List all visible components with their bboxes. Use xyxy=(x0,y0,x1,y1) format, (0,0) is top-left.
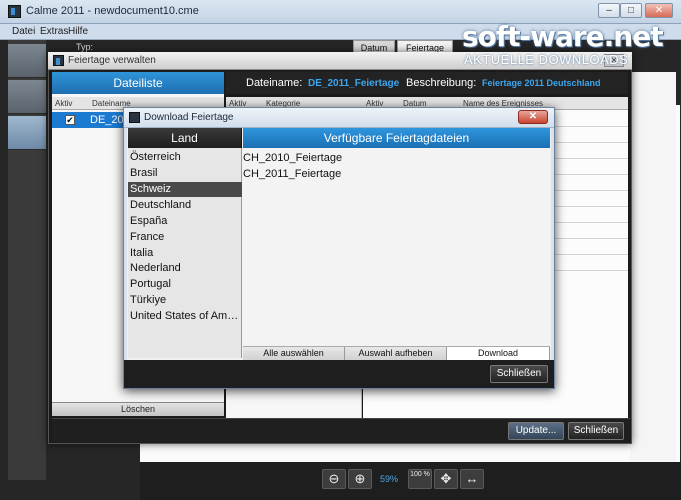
feiertage-schliessen-button[interactable]: Schließen xyxy=(568,422,624,440)
country-item[interactable]: Türkiye xyxy=(128,293,242,308)
download-dialog-title-bar: Download Feiertage ✕ xyxy=(124,108,554,128)
feiertage-dialog-title: Feiertage verwalten xyxy=(68,55,156,66)
calendar-page-edge xyxy=(630,72,676,462)
app-icon xyxy=(8,5,21,18)
zoom-100-button[interactable]: 100 % xyxy=(408,469,432,489)
beschreibung-label: Beschreibung: xyxy=(406,77,477,89)
watermark-logo: soft-ware.net xyxy=(462,20,664,53)
available-file-item[interactable]: CH_2010_Feiertage xyxy=(243,152,342,164)
country-item[interactable]: Nederland xyxy=(128,261,242,276)
file-action-bar: Alle auswählen Auswahl aufheben Download xyxy=(243,346,550,361)
update-button[interactable]: Update... xyxy=(508,422,564,440)
dialog-icon xyxy=(129,112,140,123)
feiertage-dialog-footer: Update... Schließen xyxy=(52,418,630,442)
dateiname-value: DE_2011_Feiertage xyxy=(308,78,400,89)
download-dialog-close-icon[interactable]: ✕ xyxy=(518,110,548,124)
download-dialog-title: Download Feiertage xyxy=(144,112,234,123)
minimize-button[interactable]: – xyxy=(598,3,620,18)
country-item[interactable]: Italia xyxy=(128,246,242,261)
country-item[interactable]: United States of Ame... xyxy=(128,309,242,324)
loeschen-button[interactable]: Löschen xyxy=(52,402,224,416)
country-item[interactable]: France xyxy=(128,230,242,245)
country-item-selected[interactable]: Schweiz xyxy=(128,182,242,197)
dialog-icon xyxy=(53,55,64,66)
dateiname-label: Dateiname: xyxy=(246,77,303,89)
watermark-subtitle: AKTUELLE DOWNLOADS xyxy=(464,52,629,67)
dateiliste-header: Dateiliste xyxy=(52,72,224,94)
country-item[interactable]: España xyxy=(128,214,242,229)
close-button[interactable]: ✕ xyxy=(645,3,673,18)
menu-extras[interactable]: Extras xyxy=(40,26,68,37)
menu-datei[interactable]: Datei xyxy=(12,26,35,37)
aktiv-checkbox[interactable]: ✔ xyxy=(65,115,75,125)
available-files-header: Verfügbare Feiertagdateien xyxy=(243,128,550,148)
country-item[interactable]: Brasil xyxy=(128,166,242,181)
thumbnail-tile[interactable] xyxy=(8,116,46,150)
col-aktiv[interactable]: Aktiv xyxy=(55,99,72,108)
thumbnail-tile[interactable] xyxy=(8,80,46,114)
country-item[interactable]: Deutschland xyxy=(128,198,242,213)
zoom-in-icon[interactable]: ⊕ xyxy=(348,469,372,489)
zoom-level: 59% xyxy=(380,474,399,484)
fit-page-icon[interactable]: ✥ xyxy=(434,469,458,489)
select-all-button[interactable]: Alle auswählen xyxy=(243,347,345,361)
country-item[interactable]: Portugal xyxy=(128,277,242,292)
menu-hilfe[interactable]: Hilfe xyxy=(68,26,88,37)
download-schliessen-button[interactable]: Schließen xyxy=(490,365,548,383)
country-list: Österreich Brasil Schweiz Deutschland Es… xyxy=(128,148,242,358)
typ-label: Typ: xyxy=(76,42,94,52)
available-file-item[interactable]: CH_2011_Feiertage xyxy=(243,168,341,180)
available-files-list: CH_2010_Feiertage CH_2011_Feiertage xyxy=(243,148,550,346)
beschreibung-value: Feiertage 2011 Deutschland xyxy=(482,78,601,88)
download-button[interactable]: Download xyxy=(447,347,550,361)
file-info-bar: Dateiname: DE_2011_Feiertage Beschreibun… xyxy=(226,72,628,94)
deselect-button[interactable]: Auswahl aufheben xyxy=(345,347,447,361)
country-item[interactable]: Österreich xyxy=(128,150,242,165)
download-dialog-footer: Schließen xyxy=(124,360,554,388)
window-title: Calme 2011 - newdocument10.cme xyxy=(26,5,199,17)
land-header: Land xyxy=(128,128,242,148)
fit-width-icon[interactable]: ↔ xyxy=(460,469,484,489)
zoom-out-icon[interactable]: ⊖ xyxy=(322,469,346,489)
thumbnail-tile[interactable] xyxy=(8,44,46,78)
maximize-button[interactable]: □ xyxy=(620,3,642,18)
